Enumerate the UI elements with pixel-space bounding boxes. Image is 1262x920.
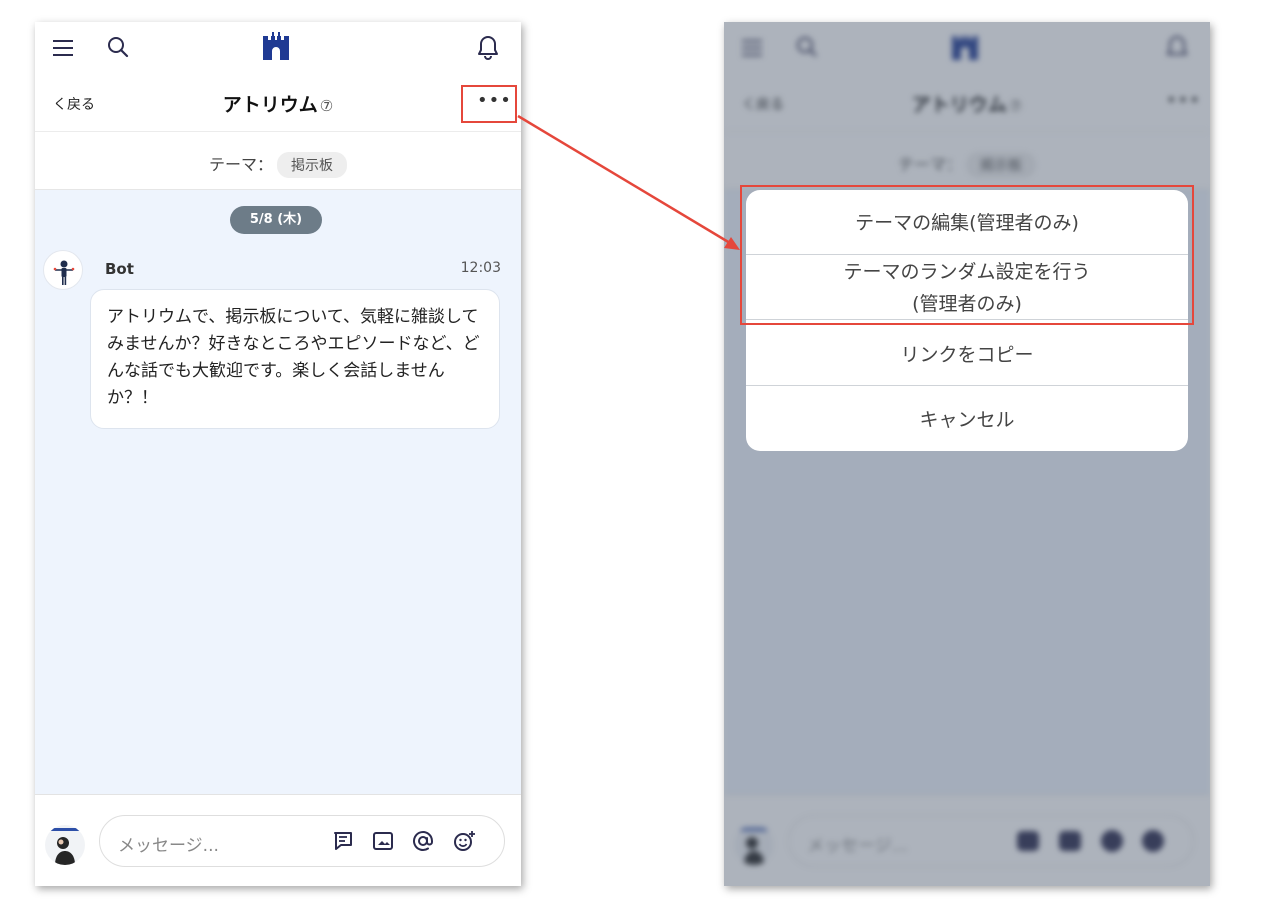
- pointer-arrow: [517, 114, 740, 250]
